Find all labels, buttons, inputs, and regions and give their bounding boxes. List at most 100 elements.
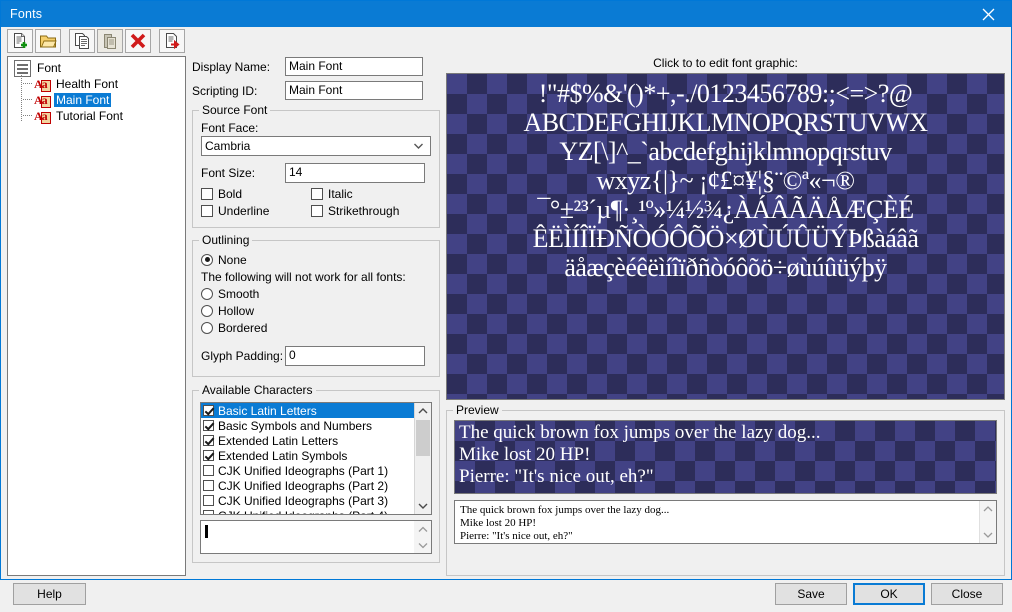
new-document-icon[interactable] [7, 28, 33, 53]
list-item[interactable]: Extended Latin Letters [201, 433, 414, 448]
italic-checkbox-row[interactable]: Italic [311, 185, 399, 202]
outlining-smooth-row[interactable]: Smooth [201, 285, 431, 302]
glyph-line: äåæçèéêëìíîïðñòóôõö÷øùúûüýþÿ [564, 253, 887, 282]
outlining-legend: Outlining [199, 233, 253, 247]
scrollbar-thumb[interactable] [416, 420, 430, 456]
bold-checkbox[interactable] [201, 187, 213, 200]
custom-characters-value[interactable] [201, 521, 414, 553]
scroll-down-arrow-icon[interactable] [983, 528, 993, 542]
chevron-down-icon [413, 141, 424, 152]
list-item-checkbox[interactable] [203, 465, 214, 476]
list-item[interactable]: Basic Symbols and Numbers [201, 418, 414, 433]
help-button[interactable]: Help [13, 583, 86, 605]
preview-editor-scrollbar[interactable] [979, 501, 996, 543]
outlining-smooth-radio[interactable] [201, 287, 213, 300]
copy-icon[interactable] [69, 28, 95, 53]
open-folder-icon[interactable] [35, 28, 61, 53]
tree-item-health-font[interactable]: Aa Health Font [10, 76, 183, 92]
paste-icon[interactable] [97, 28, 123, 53]
glyph-line: ÊËÌÍÎÏÐÑÒÓÔÕÖ×ØÙÚÛÜÝÞßàáâã [532, 224, 919, 253]
font-graphic-glyphs: !"#$%&'()*+,-./0123456789:;<=>?@ ABCDEFG… [447, 74, 1004, 282]
outlining-hollow-row[interactable]: Hollow [201, 302, 431, 319]
tree-tick [23, 99, 32, 101]
tree-item-label-selected: Main Font [54, 93, 112, 107]
strikethrough-checkbox-row[interactable]: Strikethrough [311, 202, 399, 219]
spinner-down-icon[interactable] [418, 538, 428, 552]
list-item-checkbox[interactable] [203, 450, 214, 461]
close-icon[interactable] [965, 1, 1011, 27]
outlining-none-radio[interactable] [201, 253, 213, 266]
list-item[interactable]: CJK Unified Ideographs (Part 3) [201, 493, 414, 508]
bold-checkbox-row[interactable]: Bold [201, 185, 311, 202]
display-name-input[interactable]: Main Font [285, 57, 423, 76]
graphic-column: Click to to edit font graphic: !"#$%&'()… [446, 56, 1005, 576]
font-graphic-canvas[interactable]: !"#$%&'()*+,-./0123456789:;<=>?@ ABCDEFG… [446, 73, 1005, 400]
tree-root-node[interactable]: Font [10, 59, 183, 77]
tree-item-tutorial-font[interactable]: Aa Tutorial Font [10, 108, 183, 124]
list-item-checkbox[interactable] [203, 480, 214, 491]
preview-line: The quick brown fox jumps over the lazy … [459, 422, 821, 443]
ok-button[interactable]: OK [853, 583, 925, 605]
preview-legend: Preview [453, 403, 502, 417]
list-item-checkbox[interactable] [203, 495, 214, 506]
save-button[interactable]: Save [775, 583, 847, 605]
source-font-group: Source Font Font Face: Cambria Font Size… [192, 103, 440, 228]
glyph-padding-input[interactable]: 0 [285, 345, 425, 366]
window-title: Fonts [10, 7, 43, 21]
list-item[interactable]: Extended Latin Symbols [201, 448, 414, 463]
strikethrough-label: Strikethrough [328, 203, 400, 218]
custom-characters-spinner[interactable] [414, 521, 431, 553]
scroll-up-arrow-icon[interactable] [983, 502, 993, 516]
list-item[interactable]: CJK Unified Ideographs (Part 2) [201, 478, 414, 493]
source-font-legend: Source Font [199, 103, 271, 117]
list-item-checkbox[interactable] [203, 405, 214, 416]
list-item-label: CJK Unified Ideographs (Part 2) [218, 478, 389, 493]
list-item-checkbox[interactable] [203, 420, 214, 431]
delete-x-icon[interactable] [125, 28, 151, 53]
preview-line: Mike lost 20 HP! [459, 444, 591, 465]
dialog-footer: Help Save OK Close [1, 576, 1011, 612]
outlining-bordered-radio[interactable] [201, 321, 213, 334]
tree-item-main-font[interactable]: Aa Main Font [10, 92, 183, 108]
export-document-icon[interactable] [159, 28, 185, 53]
preview-text-editor[interactable]: The quick brown fox jumps over the lazy … [454, 500, 997, 544]
scroll-down-arrow-icon[interactable] [415, 498, 431, 514]
italic-checkbox[interactable] [311, 187, 323, 200]
preview-editor-content[interactable]: The quick brown fox jumps over the lazy … [455, 501, 979, 543]
font-face-combobox[interactable]: Cambria [201, 136, 431, 156]
outlining-group: Outlining None The following will not wo… [192, 233, 440, 377]
scripting-id-row: Scripting ID: Main Font [192, 80, 440, 101]
underline-checkbox[interactable] [201, 204, 213, 217]
list-item-label: Extended Latin Symbols [218, 448, 348, 463]
available-characters-scrollbar[interactable] [414, 403, 431, 514]
scripting-id-input[interactable]: Main Font [285, 81, 423, 100]
list-item-checkbox[interactable] [203, 510, 214, 514]
outlining-note: The following will not work for all font… [201, 270, 406, 284]
outlining-hollow-radio[interactable] [201, 304, 213, 317]
spinner-up-icon[interactable] [418, 522, 428, 536]
custom-characters-input[interactable] [200, 520, 432, 554]
font-size-input[interactable]: 14 [285, 162, 425, 183]
list-item[interactable]: CJK Unified Ideographs (Part 1) [201, 463, 414, 478]
strikethrough-checkbox[interactable] [311, 204, 323, 217]
display-name-row: Display Name: Main Font [192, 56, 440, 77]
scroll-up-arrow-icon[interactable] [415, 403, 431, 419]
list-item-label: CJK Unified Ideographs (Part 3) [218, 493, 389, 508]
list-item-checkbox[interactable] [203, 435, 214, 446]
outlining-none-row[interactable]: None [201, 251, 431, 268]
list-item[interactable]: Basic Latin Letters [201, 403, 414, 418]
outlining-bordered-label: Bordered [218, 320, 268, 335]
text-caret [205, 525, 208, 539]
glyph-padding-row: Glyph Padding: 0 [201, 345, 431, 366]
underline-checkbox-row[interactable]: Underline [201, 202, 311, 219]
list-item-label: CJK Unified Ideographs (Part 1) [218, 463, 389, 478]
outlining-bordered-row[interactable]: Bordered [201, 319, 431, 336]
outlining-smooth-label: Smooth [218, 286, 260, 301]
tree-item-label: Tutorial Font [56, 109, 123, 123]
list-item[interactable]: CJK Unified Ideographs (Part 4) [201, 508, 414, 514]
close-button[interactable]: Close [931, 583, 1003, 605]
font-list-icon [14, 59, 31, 77]
glyph-line: ABCDEFGHIJKLMNOPQRSTUVWX [523, 108, 928, 137]
available-characters-listbox[interactable]: Basic Latin Letters Basic Symbols and Nu… [200, 402, 432, 515]
font-tree-panel[interactable]: Font Aa Health Font Aa Main Font Aa Tuto… [7, 56, 186, 576]
